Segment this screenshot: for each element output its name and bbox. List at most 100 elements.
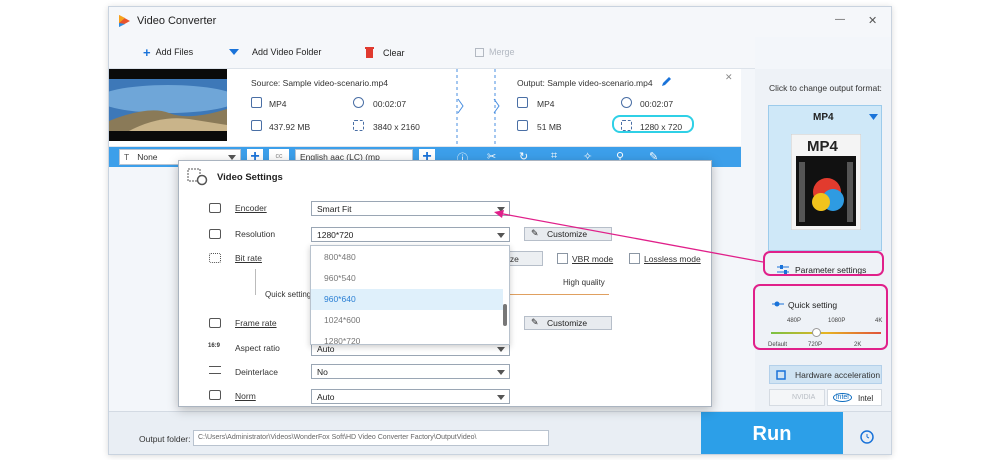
norm-icon xyxy=(209,390,221,400)
resolution-option[interactable]: 800*480 xyxy=(311,247,503,268)
plus-icon: + xyxy=(143,44,151,60)
clear-label: Clear xyxy=(383,47,405,58)
settings-gear-icon xyxy=(187,168,208,186)
norm-select[interactable]: Auto xyxy=(311,389,510,404)
format-hint: Click to change output format: xyxy=(769,83,882,93)
convert-arrow-icon xyxy=(456,69,500,145)
quick-setting-highlight xyxy=(753,284,888,350)
mp4-icon-label: MP4 xyxy=(807,138,838,155)
norm-label: Norm xyxy=(235,391,256,401)
output-format: MP4 xyxy=(537,99,555,109)
customize-label-2: Customize xyxy=(547,318,588,328)
resolution-value: 1280*720 xyxy=(317,230,354,240)
add-video-folder-button[interactable]: Add Video Folder xyxy=(229,47,321,57)
chevron-down-icon xyxy=(229,49,239,55)
deinterlace-icon xyxy=(209,366,221,374)
merge-button[interactable]: Merge xyxy=(475,47,515,57)
bottom-bar: Output folder: C:\Users\Administrator\Vi… xyxy=(109,411,891,454)
output-folder-icon xyxy=(517,120,528,131)
add-files-label: Add Files xyxy=(155,47,194,57)
framerate-label: Frame rate xyxy=(235,318,277,328)
app-logo-icon xyxy=(119,15,130,27)
pencil-icon: ✎ xyxy=(531,317,539,327)
clock-icon xyxy=(353,97,364,108)
format-icon xyxy=(251,97,262,108)
trash-icon xyxy=(365,47,374,58)
source-duration: 00:02:07 xyxy=(373,99,407,109)
hardware-acceleration-toggle[interactable]: Hardware acceleration xyxy=(769,365,882,384)
chip-icon xyxy=(776,370,786,380)
alarm-clock-icon[interactable] xyxy=(859,428,875,444)
title-bar: Video Converter — ✕ xyxy=(109,7,891,37)
parameter-settings-highlight xyxy=(763,251,884,276)
merge-icon xyxy=(475,47,484,57)
resolution-icon xyxy=(353,120,364,131)
resolution-option[interactable]: 1024*600 xyxy=(311,310,503,331)
run-button[interactable]: Run xyxy=(701,412,843,454)
file-row[interactable]: Source: Sample video-scenario.mp4 MP4 00… xyxy=(109,69,741,147)
aspect-ratio-value: Auto xyxy=(317,344,335,354)
format-selector[interactable]: MP4 MP4 xyxy=(768,105,882,251)
output-resolution-icon xyxy=(621,120,632,131)
dialog-title: Video Settings xyxy=(217,172,283,183)
quality-bar[interactable] xyxy=(509,294,609,295)
framerate-customize-button[interactable]: ✎ Customize xyxy=(524,316,612,330)
chevron-down-icon xyxy=(497,370,505,375)
main-toolbar: + Add Files Add Video Folder Clear Merge xyxy=(109,37,755,69)
bitrate-icon xyxy=(209,253,221,263)
text-icon: T xyxy=(124,152,130,162)
output-folder-field[interactable]: C:\Users\Administrator\Videos\WonderFox … xyxy=(193,430,549,446)
resolution-label: Resolution xyxy=(235,229,276,239)
clear-button[interactable]: Clear xyxy=(365,47,405,58)
aspect-ratio-label: Aspect ratio xyxy=(235,343,280,353)
chevron-down-icon xyxy=(869,114,878,120)
encoder-value: Smart Fit xyxy=(317,204,352,214)
nvidia-label: NVIDIA xyxy=(792,394,816,401)
folder-icon xyxy=(251,120,262,131)
pencil-icon[interactable] xyxy=(661,76,672,87)
hardware-acceleration-label: Hardware acceleration xyxy=(795,370,881,380)
resolution-option-selected[interactable]: 960*640 xyxy=(311,289,503,310)
merge-label: Merge xyxy=(489,47,515,57)
remove-file-icon[interactable]: ✕ xyxy=(725,72,733,83)
source-filename: Source: Sample video-scenario.mp4 xyxy=(251,78,389,88)
intel-label: Intel xyxy=(858,394,874,403)
video-thumbnail[interactable] xyxy=(109,69,227,141)
bracket-line xyxy=(255,269,256,295)
quick-setting-label: Quick setting xyxy=(265,290,312,299)
intel-logo-icon: intel xyxy=(833,393,852,402)
norm-value: Auto xyxy=(317,392,335,402)
nvidia-option[interactable]: NVIDIA xyxy=(769,389,825,406)
thumbnail-image xyxy=(109,69,227,141)
output-resolution: 1280 x 720 xyxy=(640,122,683,132)
close-button[interactable]: ✕ xyxy=(868,14,877,27)
source-format: MP4 xyxy=(269,99,287,109)
intel-option[interactable]: intel Intel xyxy=(827,389,882,406)
framerate-icon xyxy=(209,318,221,328)
output-format-panel: Click to change output format: MP4 MP4 P… xyxy=(755,69,891,411)
format-name: MP4 xyxy=(813,112,834,123)
output-duration: 00:02:07 xyxy=(640,99,674,109)
output-format-icon xyxy=(517,97,528,108)
add-video-folder-label: Add Video Folder xyxy=(252,47,322,57)
output-folder-label: Output folder: xyxy=(139,434,191,444)
output-filename: Output: Sample video-scenario.mp4 xyxy=(517,78,653,88)
high-quality-label: High quality xyxy=(563,278,605,287)
resolution-icon xyxy=(209,229,221,239)
encoder-label: Encoder xyxy=(235,203,267,213)
chevron-down-icon xyxy=(497,347,505,352)
resolution-option[interactable]: 960*540 xyxy=(311,268,503,289)
deinterlace-value: No xyxy=(317,367,328,377)
deinterlace-select[interactable]: No xyxy=(311,364,510,379)
window-title: Video Converter xyxy=(137,15,217,27)
resolution-option[interactable]: 1280*720 xyxy=(311,331,503,344)
deinterlace-label: Deinterlace xyxy=(235,367,278,377)
dropdown-scrollbar[interactable] xyxy=(503,304,507,326)
add-files-button[interactable]: + Add Files xyxy=(143,44,194,60)
aspect-ratio-icon: 16:9 xyxy=(208,343,221,349)
subtitle-value: None xyxy=(137,152,158,162)
source-resolution: 3840 x 2160 xyxy=(373,122,420,132)
annotation-arrow xyxy=(494,210,764,263)
minimize-button[interactable]: — xyxy=(835,14,845,25)
output-clock-icon xyxy=(621,97,632,108)
